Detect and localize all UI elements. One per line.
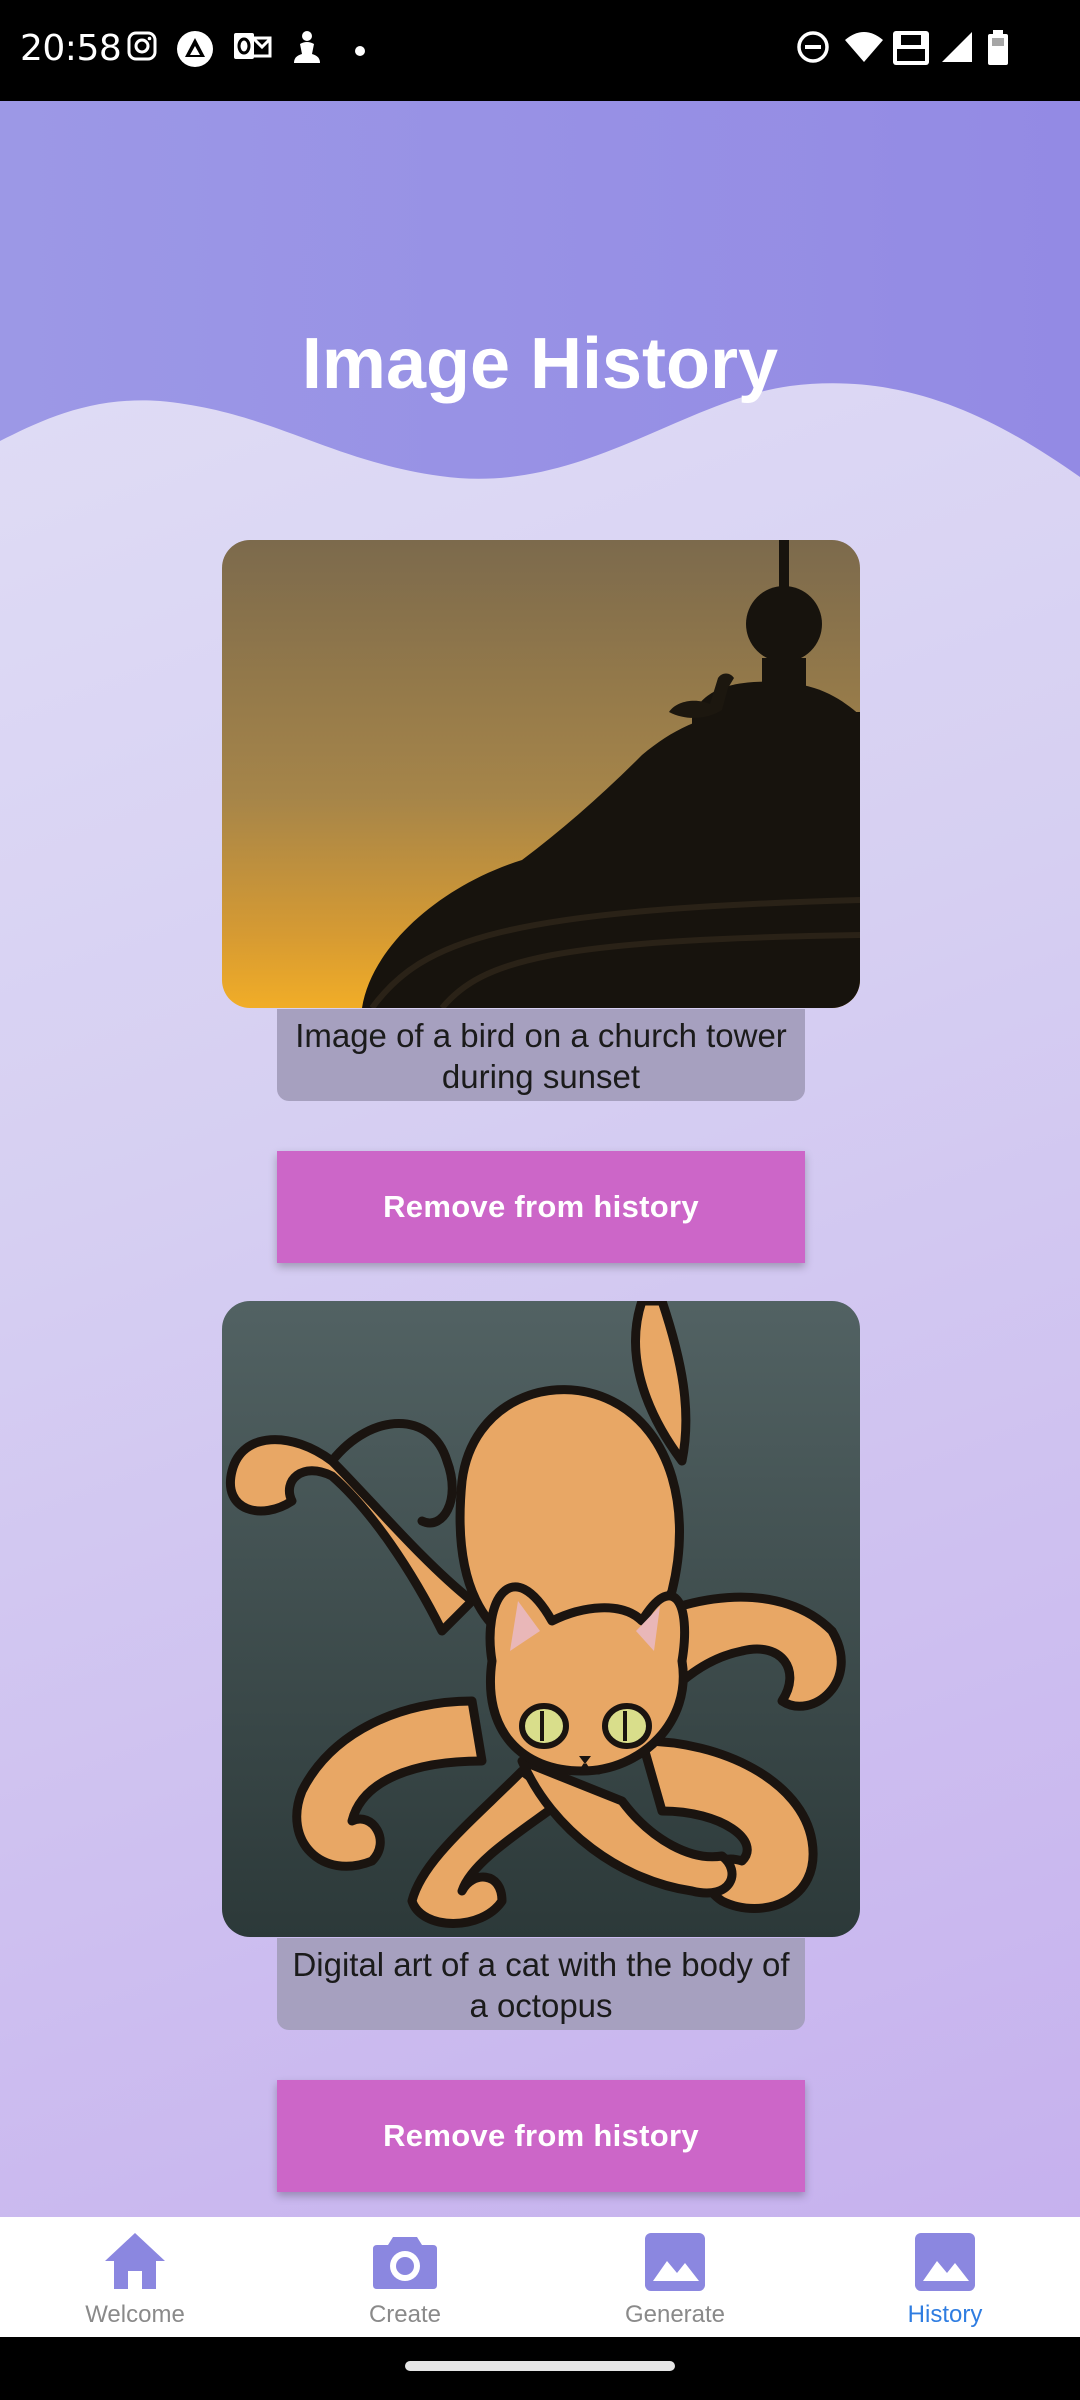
- home-icon: [101, 2229, 169, 2298]
- nav-item-welcome[interactable]: Welcome: [0, 2217, 270, 2337]
- person-icon: [290, 30, 324, 71]
- battery-icon: [986, 30, 1010, 71]
- header-wave: [0, 101, 1080, 479]
- volte-icon: [892, 30, 930, 71]
- image-icon: [643, 2229, 707, 2298]
- nav-label: Welcome: [85, 2301, 185, 2328]
- history-image: [222, 1301, 860, 1937]
- signal-icon: [940, 30, 974, 69]
- dnd-icon: [796, 30, 830, 69]
- nav-item-generate[interactable]: Generate: [540, 2217, 810, 2337]
- dot-icon: [354, 44, 366, 62]
- nav-label: History: [907, 2301, 983, 2328]
- remove-from-history-button[interactable]: Remove from history: [277, 2080, 805, 2192]
- history-screen: Image History Image of a bird on a churc…: [0, 101, 1080, 2217]
- camera-icon: [371, 2229, 439, 2298]
- image-caption: Digital art of a cat with the body of a …: [277, 1938, 805, 2030]
- nav-label: Create: [368, 2301, 442, 2328]
- gesture-handle[interactable]: [405, 2361, 675, 2371]
- app-icon: [176, 30, 214, 73]
- bird-church-tower-sunset-image: [222, 540, 860, 1008]
- image-icon: [913, 2229, 977, 2298]
- nav-label: Generate: [624, 2301, 726, 2328]
- nav-item-history[interactable]: History: [810, 2217, 1080, 2337]
- cat-octopus-art-image: [222, 1301, 860, 1937]
- remove-from-history-button[interactable]: Remove from history: [277, 1151, 805, 1263]
- history-image: [222, 540, 860, 1008]
- outlook-icon: [232, 30, 272, 67]
- status-bar: 20:58: [0, 0, 1080, 101]
- gesture-navigation-area: [0, 2337, 1080, 2400]
- wifi-icon: [844, 30, 884, 69]
- image-caption: Image of a bird on a church tower during…: [277, 1009, 805, 1101]
- page-title: Image History: [301, 324, 779, 404]
- bottom-navigation: Welcome Create Generate History: [0, 2217, 1080, 2337]
- instagram-icon: [126, 30, 158, 67]
- nav-item-create[interactable]: Create: [270, 2217, 540, 2337]
- status-time: 20:58: [20, 28, 122, 69]
